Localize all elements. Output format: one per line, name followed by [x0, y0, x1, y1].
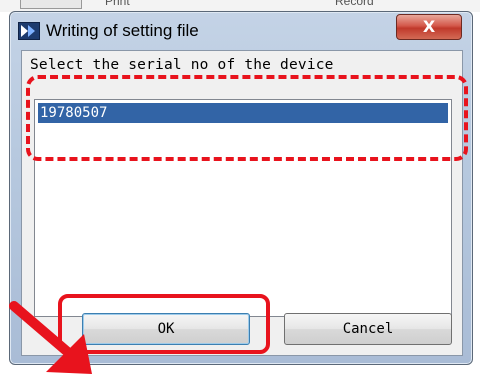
close-icon: X	[422, 17, 436, 36]
background-button	[20, 0, 82, 9]
background-label-print: Print	[105, 0, 130, 8]
prompt-label: Select the serial no of the device	[30, 57, 334, 73]
arrow-icon	[9, 301, 92, 374]
background-label-record: Record	[335, 0, 374, 8]
cancel-button[interactable]: Cancel	[284, 313, 452, 345]
title-bar[interactable]: Writing of setting file X	[10, 12, 472, 48]
close-button[interactable]: X	[396, 14, 462, 40]
dashed-highlight	[26, 75, 468, 161]
dialog-title: Writing of setting file	[46, 21, 199, 40]
app-logo-icon	[18, 22, 40, 40]
